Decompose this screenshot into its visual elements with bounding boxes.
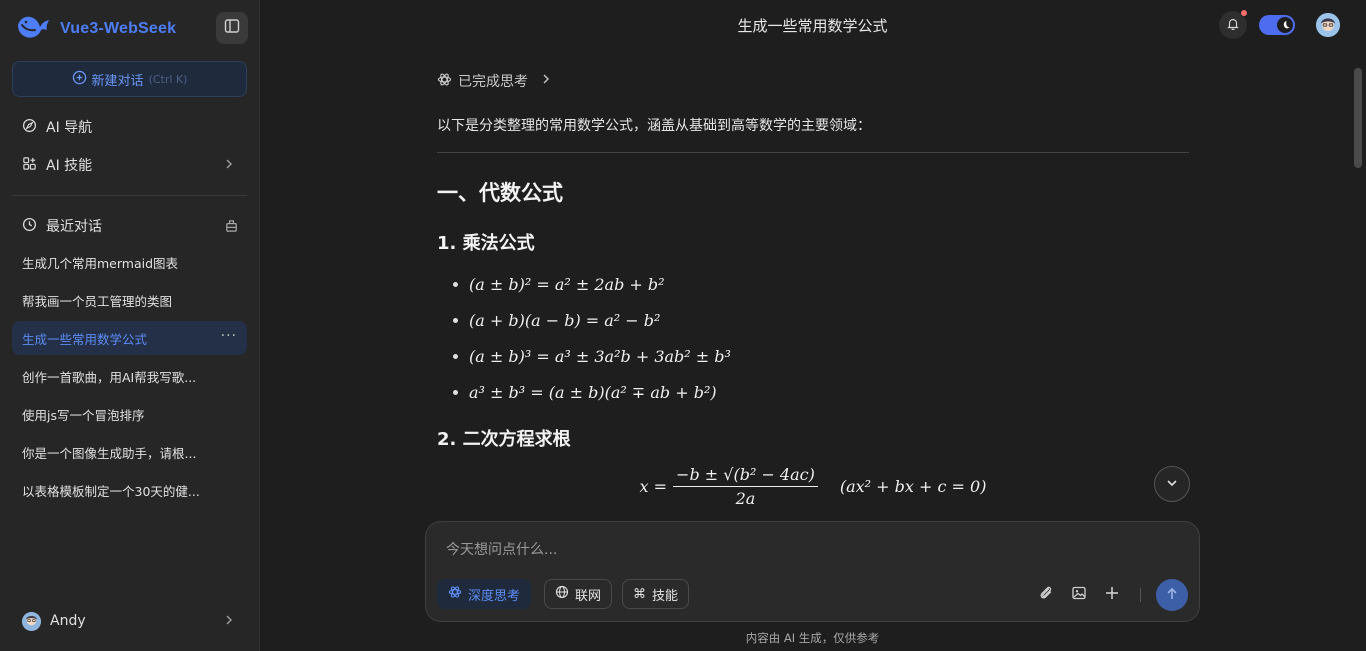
subsection-heading: 1. 乘法公式 — [437, 233, 535, 254]
attach-button[interactable] — [1035, 584, 1057, 606]
formula-text: (a ± b)² = a² ± 2ab + b² — [469, 274, 665, 294]
atom-icon — [448, 585, 462, 603]
fraction: −b ± √(b² − 4ac) 2a — [673, 465, 818, 508]
web-search-chip[interactable]: 联网 — [544, 579, 613, 609]
conversation-title: 以表格模板制定一个30天的健... — [22, 483, 200, 499]
skills-chip[interactable]: ⌘ 技能 — [622, 579, 690, 609]
conversation-item-active[interactable]: 生成一些常用数学公式 ··· — [12, 321, 247, 355]
user-avatar-button[interactable] — [1316, 13, 1340, 37]
deep-think-chip[interactable]: 深度思考 — [437, 579, 532, 609]
toolbar-separator — [1140, 588, 1141, 602]
section-heading: 一、代数公式 — [437, 181, 563, 205]
conversation-title: 使用js写一个冒泡排序 — [22, 407, 145, 423]
ai-disclaimer: 内容由 AI 生成，仅供参考 — [745, 631, 880, 645]
conversation-item[interactable]: 生成几个常用mermaid图表 — [12, 245, 247, 279]
formula-text: (a ± b)³ = a³ ± 3a²b + 3ab² ± b³ — [469, 346, 731, 366]
formula-item: (a ± b)³ = a³ ± 3a²b + 3ab² ± b³ — [453, 338, 731, 374]
nav-item-ai-skills[interactable]: AI 技能 — [12, 148, 247, 182]
content-divider — [437, 152, 1189, 153]
more-options-icon[interactable]: ··· — [221, 328, 237, 344]
avatar — [22, 611, 41, 631]
plus-circle-icon — [72, 70, 87, 89]
conversation-title: 你是一个图像生成助手，请根... — [22, 445, 197, 461]
chevron-right-icon — [223, 158, 235, 174]
whale-logo-icon — [16, 13, 52, 45]
message-input[interactable] — [444, 536, 1148, 564]
plus-icon — [1104, 585, 1120, 605]
sidebar-toggle-icon — [224, 18, 240, 38]
formula-item: (a + b)(a − b) = a² − b² — [453, 302, 731, 338]
nav-item-label: AI 导航 — [46, 120, 93, 136]
formula-lhs: x = — [639, 476, 668, 496]
formula-list: (a ± b)² = a² ± 2ab + b² (a + b)(a − b) … — [453, 266, 731, 410]
more-tools-button[interactable] — [1101, 584, 1123, 606]
conversation-title: 生成几个常用mermaid图表 — [22, 255, 179, 271]
brand-name: Vue3-WebSeek — [60, 20, 177, 37]
new-chat-label: 新建对话 — [91, 73, 144, 89]
formula-item: (a ± b)² = a² ± 2ab + b² — [453, 266, 731, 302]
subsection-heading: 2. 二次方程求根 — [437, 429, 571, 450]
clear-history-icon[interactable] — [224, 218, 239, 237]
arrow-up-icon — [1165, 586, 1179, 605]
recent-conversations-header: 最近对话 — [12, 209, 247, 243]
formula-text: (a + b)(a − b) = a² − b² — [469, 310, 661, 330]
conversation-title: 帮我画一个员工管理的类图 — [22, 293, 173, 309]
user-name: Andy — [50, 613, 86, 629]
nav-item-label: AI 技能 — [46, 158, 93, 174]
sidebar: Vue3-WebSeek 新建对话 (Ctrl K) AI 导航 AI 技能 最… — [0, 0, 260, 651]
conversation-item[interactable]: 帮我画一个员工管理的类图 — [12, 283, 247, 317]
bell-icon — [1226, 16, 1240, 35]
sidebar-divider — [12, 195, 247, 196]
send-button[interactable] — [1156, 579, 1188, 611]
fraction-denominator: 2a — [735, 488, 756, 508]
scroll-to-bottom-button[interactable] — [1154, 466, 1190, 502]
paperclip-icon — [1038, 585, 1054, 605]
chip-label: 联网 — [575, 588, 602, 604]
thinking-toggle[interactable]: 已完成思考 — [437, 71, 552, 91]
formula-item: a³ ± b³ = (a ± b)(a² ∓ ab + b²) — [453, 374, 731, 410]
chevron-right-icon — [540, 73, 552, 89]
intro-text: 以下是分类整理的常用数学公式，涵盖从基础到高等数学的主要领域： — [437, 118, 871, 134]
clock-icon — [22, 217, 37, 236]
moon-icon — [1277, 17, 1293, 33]
recent-label: 最近对话 — [46, 219, 102, 235]
chip-label: 技能 — [652, 588, 679, 604]
user-profile-row[interactable]: Andy — [12, 603, 247, 639]
conversation-item[interactable]: 你是一个图像生成助手，请根... — [12, 435, 247, 469]
image-icon — [1071, 585, 1087, 605]
scrollbar[interactable] — [1354, 68, 1362, 168]
collapse-sidebar-button[interactable] — [216, 12, 248, 44]
new-chat-button[interactable]: 新建对话 (Ctrl K) — [12, 61, 247, 97]
conversation-item[interactable]: 使用js写一个冒泡排序 — [12, 397, 247, 431]
globe-icon — [555, 585, 569, 603]
brand[interactable]: Vue3-WebSeek — [16, 13, 176, 45]
conversation-title: 生成一些常用数学公式 — [22, 331, 148, 347]
conversation-item[interactable]: 以表格模板制定一个30天的健... — [12, 473, 247, 507]
conversation-title: 创作一首歌曲，用AI帮我写歌... — [22, 369, 197, 385]
chevron-down-icon — [1165, 475, 1179, 494]
compass-icon — [22, 118, 37, 137]
page-title: 生成一些常用数学公式 — [737, 17, 888, 35]
atom-icon — [437, 72, 452, 91]
notification-dot — [1241, 10, 1247, 16]
quadratic-formula: x = −b ± √(b² − 4ac) 2a (ax² + bx + c = … — [437, 462, 1189, 510]
formula-condition: (ax² + bx + c = 0) — [839, 476, 987, 496]
nav-item-ai-navigation[interactable]: AI 导航 — [12, 110, 247, 144]
chevron-right-icon — [223, 614, 235, 630]
theme-toggle[interactable] — [1259, 15, 1295, 35]
conversation-item[interactable]: 创作一首歌曲，用AI帮我写歌... — [12, 359, 247, 393]
fraction-numerator: −b ± √(b² − 4ac) — [673, 465, 818, 487]
message-composer: 深度思考 联网 ⌘ 技能 — [425, 521, 1200, 622]
chip-label: 深度思考 — [468, 588, 521, 604]
new-chat-shortcut: (Ctrl K) — [148, 72, 188, 86]
apps-icon — [22, 156, 37, 175]
command-icon: ⌘ — [633, 586, 646, 602]
image-upload-button[interactable] — [1068, 584, 1090, 606]
think-label: 已完成思考 — [458, 74, 528, 90]
formula-text: a³ ± b³ = (a ± b)(a² ∓ ab + b²) — [469, 382, 717, 402]
